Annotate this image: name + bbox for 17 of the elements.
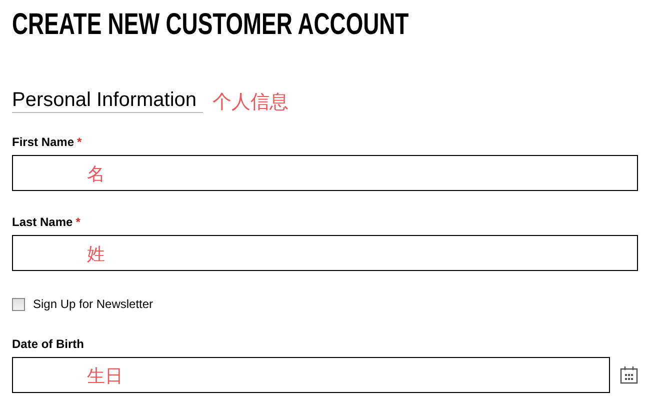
page-title: CREATE NEW CUSTOMER ACCOUNT xyxy=(12,8,409,42)
field-label: First Name xyxy=(12,135,74,149)
section-heading: Personal Information xyxy=(12,88,203,113)
field-label: Date of Birth xyxy=(12,337,84,351)
input-field[interactable] xyxy=(12,155,638,191)
input-field[interactable] xyxy=(12,357,610,393)
annotation-text: 名 xyxy=(87,164,105,186)
checkbox[interactable] xyxy=(12,298,25,310)
input-field[interactable] xyxy=(12,235,638,271)
annotation-text: 姓 xyxy=(87,244,105,266)
required-mark: * xyxy=(76,215,80,229)
required-mark: * xyxy=(77,135,82,149)
field-label: Last Name xyxy=(12,215,73,229)
checkbox-label: Sign Up for Newsletter xyxy=(33,296,154,313)
annotation-text: 个人信息 xyxy=(212,91,289,113)
annotation-text: 生日 xyxy=(87,366,123,388)
calendar-icon[interactable] xyxy=(620,366,638,384)
